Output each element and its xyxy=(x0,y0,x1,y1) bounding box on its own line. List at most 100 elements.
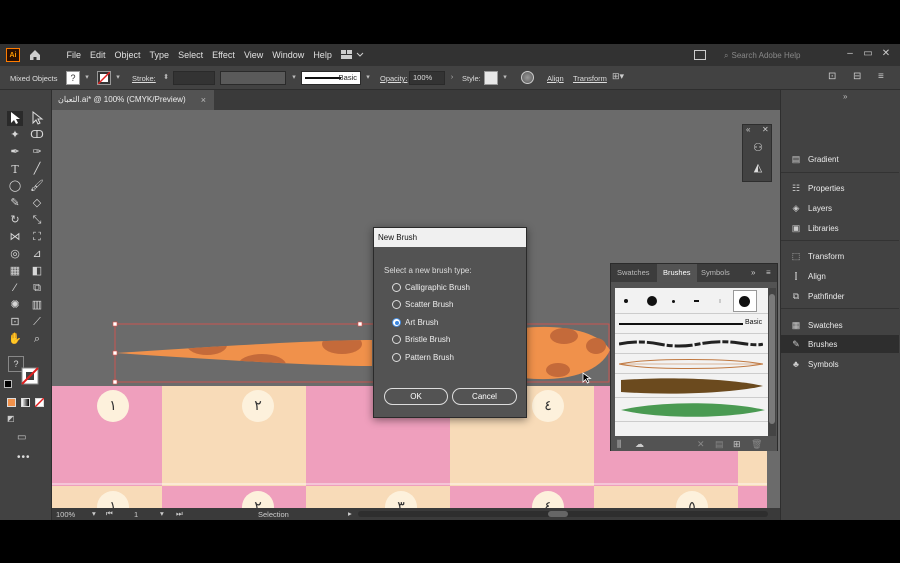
align-link[interactable]: Align xyxy=(547,74,564,83)
fill-stroke-indicator[interactable] xyxy=(18,364,40,386)
slice-tool-icon[interactable]: ⟋ xyxy=(29,315,45,330)
width-tool-icon[interactable]: ⋈ xyxy=(7,230,23,245)
expand-panels-icon[interactable]: « xyxy=(746,125,750,134)
transform-link[interactable]: Transform xyxy=(573,74,607,83)
zoom-dropdown-icon[interactable]: ▾ xyxy=(92,509,96,518)
pen-tool-icon[interactable]: ✒ xyxy=(7,145,23,160)
brush-dash[interactable] xyxy=(694,300,699,302)
menu-window[interactable]: Window xyxy=(268,44,309,66)
magic-wand-tool-icon[interactable]: ✦ xyxy=(7,128,23,143)
radio-indicator[interactable] xyxy=(392,300,401,309)
menu-type[interactable]: Type xyxy=(145,44,174,66)
style-dropdown-icon[interactable]: ▾ xyxy=(499,71,511,85)
direct-selection-tool-icon[interactable] xyxy=(29,110,45,126)
maximize-icon[interactable]: ▭ xyxy=(860,46,876,62)
brush-libraries-menu-icon[interactable]: ⫼ xyxy=(617,439,621,450)
minimize-icon[interactable]: – xyxy=(842,46,858,62)
brush-dot-tiny[interactable] xyxy=(672,300,675,303)
cancel-button[interactable]: Cancel xyxy=(452,388,517,405)
menu-edit[interactable]: Edit xyxy=(86,44,111,66)
brush-basic-row[interactable]: Basic xyxy=(615,314,768,334)
radio-bristle-brush[interactable]: Bristle Brush xyxy=(392,333,450,346)
radio-pattern-brush[interactable]: Pattern Brush xyxy=(392,351,454,364)
brushes-scrollbar[interactable] xyxy=(768,288,776,436)
radio-scatter-brush[interactable]: Scatter Brush xyxy=(392,298,453,311)
brush-charcoal-row[interactable] xyxy=(615,334,768,354)
menu-help[interactable]: Help xyxy=(309,44,337,66)
radio-indicator[interactable] xyxy=(392,335,401,344)
artboard-tool-icon[interactable]: ⊡ xyxy=(7,315,23,330)
delete-brush-icon[interactable]: 🗑 xyxy=(751,439,762,450)
document-setup-icon[interactable]: ⊟ xyxy=(853,71,866,84)
panel-collapse-icon[interactable]: » xyxy=(751,268,755,277)
dock-align[interactable]: ⫿ Align xyxy=(781,267,899,285)
curvature-tool-icon[interactable]: ✑ xyxy=(29,145,45,160)
arrange-documents-icon[interactable] xyxy=(694,50,706,60)
menu-file[interactable]: File xyxy=(62,44,86,66)
artboard-prev-icon[interactable]: ⏮ xyxy=(106,509,113,519)
document-tab[interactable]: الثعبان.ai* @ 100% (CMYK/Preview) × xyxy=(52,90,214,110)
lasso-tool-icon[interactable]: ↀ xyxy=(29,128,45,143)
line-segment-tool-icon[interactable]: ╱ xyxy=(29,162,45,177)
mesh-tool-icon[interactable]: ▦ xyxy=(7,264,23,279)
dock-transform[interactable]: ⬚ Transform xyxy=(781,247,899,265)
collapse-dock-icon[interactable]: » xyxy=(843,92,847,101)
control-panel-menu-icon[interactable]: ≡ xyxy=(878,71,891,84)
brush-brown-art-row[interactable] xyxy=(615,374,768,398)
symbol-sprayer-tool-icon[interactable]: ✺ xyxy=(7,298,23,313)
shape-builder-tool-icon[interactable]: ◎ xyxy=(7,247,23,262)
brush-ribbon-row[interactable] xyxy=(615,354,768,374)
stroke-weight-stepper[interactable]: ⬍ xyxy=(160,71,172,85)
image-trace-icon[interactable]: ◭ xyxy=(751,161,765,175)
search-input[interactable]: Search Adobe Help xyxy=(731,51,800,60)
radio-calligraphic-brush[interactable]: Calligraphic Brush xyxy=(392,281,470,294)
dock-layers[interactable]: ◈ Layers xyxy=(781,199,899,217)
radio-indicator-selected[interactable] xyxy=(392,318,401,327)
align-options-icon[interactable]: ⊞▾ xyxy=(612,71,632,84)
opacity-arrow-icon[interactable]: › xyxy=(446,71,458,85)
free-transform-tool-icon[interactable]: ⛶ xyxy=(29,230,45,245)
search-adobe-help[interactable]: ⌕ Search Adobe Help xyxy=(724,49,810,62)
menu-effect[interactable]: Effect xyxy=(208,44,240,66)
more-tools-icon[interactable]: ••• xyxy=(17,452,33,463)
none-mode-icon[interactable] xyxy=(35,398,44,407)
libraries-panel-icon[interactable]: ☁ xyxy=(635,439,644,450)
recolor-artwork-icon[interactable] xyxy=(521,71,534,84)
zoom-tool-icon[interactable]: ⌕ xyxy=(29,332,45,347)
menu-view[interactable]: View xyxy=(239,44,267,66)
appearance-icon[interactable]: ⚇ xyxy=(751,141,765,155)
remove-brush-stroke-icon[interactable]: ✕ xyxy=(697,439,705,450)
tab-brushes[interactable]: Brushes xyxy=(657,264,697,282)
menu-object[interactable]: Object xyxy=(110,44,145,66)
default-fill-stroke-icon[interactable] xyxy=(4,380,12,388)
brushes-scrollbar-thumb[interactable] xyxy=(769,294,775,424)
stroke-weight-field[interactable] xyxy=(173,71,215,85)
ellipse-tool-icon[interactable]: ◯ xyxy=(7,179,23,194)
selection-tool-icon[interactable] xyxy=(7,111,23,126)
panel-menu-icon[interactable]: ≡ xyxy=(766,268,771,277)
screen-mode-icon[interactable]: ▭ xyxy=(17,432,33,443)
brush-definition-dropdown-icon[interactable]: ▾ xyxy=(362,71,374,85)
radio-art-brush[interactable]: Art Brush xyxy=(392,316,438,329)
options-selected-object-icon[interactable]: ▤ xyxy=(715,439,724,450)
artboard-dropdown-icon[interactable]: ▾ xyxy=(160,509,164,518)
stroke-swatch[interactable] xyxy=(97,71,111,85)
close-strip-icon[interactable]: ✕ xyxy=(762,125,769,134)
column-graph-tool-icon[interactable]: ▥ xyxy=(29,298,45,313)
snake-head[interactable] xyxy=(518,320,614,386)
close-window-icon[interactable]: ✕ xyxy=(878,46,894,62)
tab-symbols[interactable]: Symbols xyxy=(695,264,736,282)
rotate-tool-icon[interactable]: ↻ xyxy=(7,213,23,228)
menu-select[interactable]: Select xyxy=(174,44,208,66)
stroke-dropdown-icon[interactable]: ▾ xyxy=(112,71,124,85)
scrollbar-thumb[interactable] xyxy=(548,511,568,517)
brush-green-leaf-row[interactable] xyxy=(615,398,768,422)
fill-dropdown-icon[interactable]: ▾ xyxy=(81,71,93,85)
workspace-switcher-icon[interactable] xyxy=(340,49,364,61)
fill-swatch[interactable]: ? xyxy=(66,71,80,85)
dock-swatches[interactable]: ▦ Swatches xyxy=(781,316,899,334)
variable-width-profile[interactable] xyxy=(220,71,286,85)
dock-pathfinder[interactable]: ⧉ Pathfinder xyxy=(781,287,899,305)
new-brush-icon[interactable]: ⊞ xyxy=(733,439,741,450)
blend-tool-icon[interactable]: ⧉ xyxy=(29,281,45,296)
